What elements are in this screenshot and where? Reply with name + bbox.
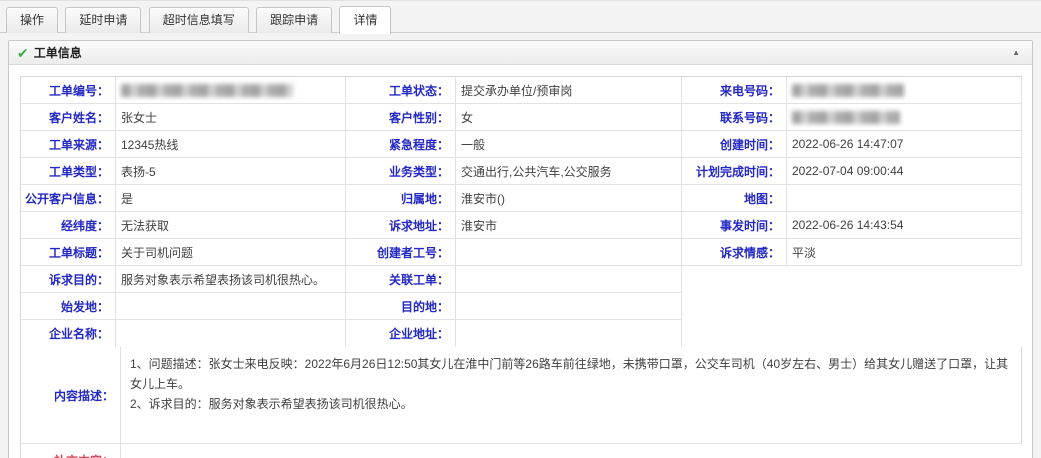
field-label: 事发时间：: [682, 212, 787, 239]
field-label: 企业地址：: [346, 320, 456, 347]
redacted-value: [792, 83, 904, 97]
field-label: 公开客户信息：: [21, 185, 116, 212]
field-value: [787, 104, 1022, 131]
field-value: 淮安市(): [456, 185, 682, 212]
field-value: [456, 239, 682, 266]
field-label: 企业名称：: [21, 320, 116, 347]
tab-bar: 操作 延时申请 超时信息填写 跟踪申请 详情: [0, 0, 1041, 34]
field-value: 无法获取: [116, 212, 346, 239]
panel-title: 工单信息: [33, 46, 82, 60]
field-label: 来电号码：: [682, 77, 787, 104]
field-label: 工单编号：: [21, 77, 116, 104]
field-label: 关联工单：: [346, 266, 456, 293]
field-label: 始发地：: [21, 293, 116, 320]
field-label: 创建者工号：: [346, 239, 456, 266]
tab-timeout-info[interactable]: 超时信息填写: [148, 7, 249, 33]
tab-detail[interactable]: 详情: [339, 6, 392, 34]
field-value: 平淡: [787, 239, 1022, 266]
field-value: 是: [116, 185, 346, 212]
field-value: [456, 266, 682, 293]
panel-header: ✔ 工单信息 ▲: [9, 41, 1032, 65]
work-order-panel: ✔ 工单信息 ▲ 工单编号： 工单状态： 提交承办单位/预审岗 来电号码： 客户…: [8, 40, 1033, 458]
field-label: 经纬度：: [21, 212, 116, 239]
tab-track-request[interactable]: 跟踪申请: [256, 7, 333, 33]
field-label: 联系号码：: [682, 104, 787, 131]
field-label: 客户性别：: [346, 104, 456, 131]
redacted-value: [121, 83, 293, 97]
field-label: 业务类型：: [346, 158, 456, 185]
work-order-grid-main: 工单编号： 工单状态： 提交承办单位/预审岗 来电号码： 客户姓名： 张女士 客…: [20, 76, 1022, 266]
content-description-row: 内容描述： 1、问题描述：张女士来电反映：2022年6月26日12:50其女儿在…: [20, 347, 1022, 444]
field-value: 女: [456, 104, 682, 131]
field-value: 2022-06-26 14:43:54: [787, 212, 1022, 239]
field-value: 表扬-5: [116, 158, 346, 185]
field-value: 淮安市: [456, 212, 682, 239]
field-value: 关于司机问题: [116, 239, 346, 266]
field-value: 2022-07-04 09:00:44: [787, 158, 1022, 185]
field-value: [116, 320, 346, 347]
field-label: 工单来源：: [21, 131, 116, 158]
field-label: 目的地：: [346, 293, 456, 320]
tab-operation[interactable]: 操作: [6, 7, 59, 33]
content-description-text: 1、问题描述：张女士来电反映：2022年6月26日12:50其女儿在淮中门前等2…: [121, 347, 1021, 443]
tab-delay-request[interactable]: 延时申请: [65, 7, 142, 33]
field-label: 工单类型：: [21, 158, 116, 185]
field-value: 服务对象表示希望表扬该司机很热心。: [116, 266, 346, 293]
collapse-icon[interactable]: ▲: [1008, 46, 1024, 59]
field-value: 交通出行,公共汽车,公交服务: [456, 158, 682, 185]
field-value: [456, 320, 682, 347]
field-value: [787, 77, 1022, 104]
field-label: 诉求地址：: [346, 212, 456, 239]
field-label: 客户姓名：: [21, 104, 116, 131]
field-label: 创建时间：: [682, 131, 787, 158]
content-line: 2、诉求目的：服务对象表示希望表扬该司机很热心。: [130, 397, 413, 411]
field-value: 张女士: [116, 104, 346, 131]
field-value: 12345热线: [116, 131, 346, 158]
field-label: 归属地：: [346, 185, 456, 212]
field-value: [787, 185, 1022, 212]
field-value: [456, 293, 682, 320]
field-label: 内容描述：: [21, 347, 121, 443]
field-value: [116, 77, 346, 104]
field-label: 诉求情感：: [682, 239, 787, 266]
field-label: 紧急程度：: [346, 131, 456, 158]
redacted-value: [792, 110, 900, 124]
field-value: 2022-06-26 14:47:07: [787, 131, 1022, 158]
work-order-grid-secondary: 诉求目的： 服务对象表示希望表扬该司机很热心。 关联工单： 始发地： 目的地： …: [20, 266, 682, 347]
field-label: 工单状态：: [346, 77, 456, 104]
field-value: [116, 293, 346, 320]
field-value: 一般: [456, 131, 682, 158]
field-value: 提交承办单位/预审岗: [456, 77, 682, 104]
field-label: 工单标题：: [21, 239, 116, 266]
field-label: 补充内容：: [21, 444, 121, 458]
check-icon: ✔: [17, 44, 29, 61]
field-label: 计划完成时间：: [682, 158, 787, 185]
field-label: 地图：: [682, 185, 787, 212]
content-line: 1、问题描述：张女士来电反映：2022年6月26日12:50其女儿在淮中门前等2…: [130, 357, 1009, 391]
panel-body: 工单编号： 工单状态： 提交承办单位/预审岗 来电号码： 客户姓名： 张女士 客…: [9, 65, 1032, 458]
field-label: 诉求目的：: [21, 266, 116, 293]
supplement-row: 补充内容：: [20, 444, 1022, 458]
